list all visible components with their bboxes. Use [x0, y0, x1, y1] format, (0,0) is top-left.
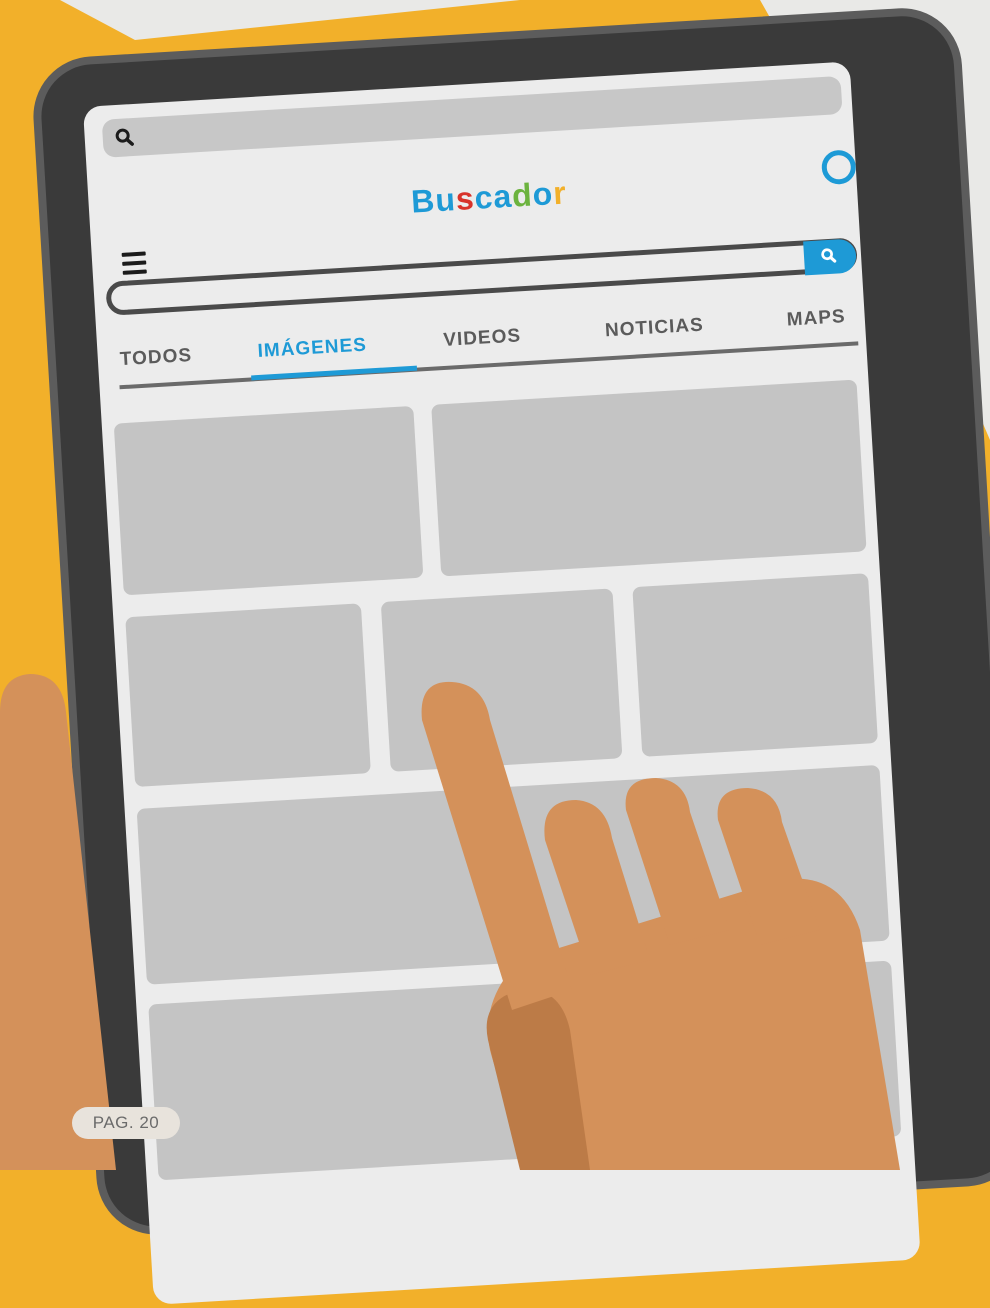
- page-number: PAG. 20: [72, 1107, 180, 1139]
- left-hand: [0, 674, 116, 1170]
- hands: [0, 674, 900, 1170]
- ring-finger: [625, 778, 730, 945]
